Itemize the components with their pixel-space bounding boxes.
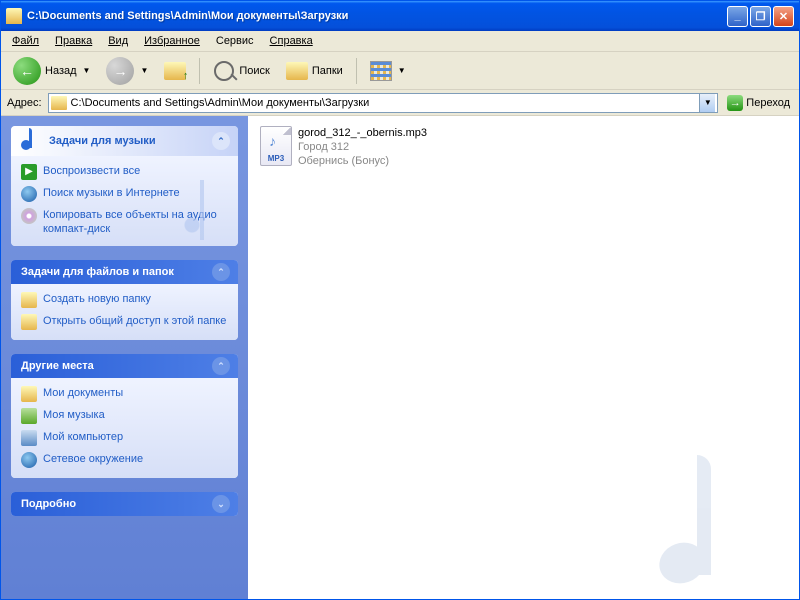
separator xyxy=(199,58,200,84)
chevron-down-icon: ▼ xyxy=(140,66,148,75)
task-play-all[interactable]: ▶ Воспроизвести все xyxy=(21,164,228,180)
task-label: Создать новую папку xyxy=(43,292,151,306)
search-label: Поиск xyxy=(239,65,269,77)
file-track: Обернись (Бонус) xyxy=(298,154,427,168)
folder-icon xyxy=(6,8,22,24)
up-button[interactable] xyxy=(158,59,192,83)
cd-icon xyxy=(21,208,37,224)
folders-icon xyxy=(286,62,308,80)
menu-edit[interactable]: Правка xyxy=(48,33,99,49)
chevron-down-icon: ▼ xyxy=(83,66,91,75)
task-copy-to-cd[interactable]: Копировать все объекты на аудио компакт-… xyxy=(21,208,228,236)
views-button[interactable]: ▼ xyxy=(364,58,412,84)
addressbar: Адрес: ▼ → Переход xyxy=(1,90,799,116)
link-my-computer[interactable]: Мой компьютер xyxy=(21,430,228,446)
window-title: C:\Documents and Settings\Admin\Мои доку… xyxy=(27,10,727,22)
music-watermark-icon xyxy=(649,439,779,589)
menubar: Файл Правка Вид Избранное Сервис Справка xyxy=(1,31,799,52)
menu-tools[interactable]: Сервис xyxy=(209,33,261,49)
maximize-button[interactable]: ❐ xyxy=(750,6,771,27)
link-label: Сетевое окружение xyxy=(43,452,143,466)
search-icon xyxy=(214,61,234,81)
file-tasks-header[interactable]: Задачи для файлов и папок ⌃ xyxy=(11,260,238,284)
address-input[interactable] xyxy=(71,97,696,109)
folder-icon xyxy=(51,96,67,110)
back-label: Назад xyxy=(45,65,77,77)
go-button[interactable]: → Переход xyxy=(722,93,795,113)
panel-title: Задачи для музыки xyxy=(49,135,156,147)
task-label: Воспроизвести все xyxy=(43,164,140,178)
forward-arrow-icon: → xyxy=(106,57,134,85)
link-my-music[interactable]: Моя музыка xyxy=(21,408,228,424)
toolbar: ← Назад ▼ → ▼ Поиск Папки ▼ xyxy=(1,52,799,90)
documents-icon xyxy=(21,386,37,402)
file-list-area[interactable]: ♪ MP3 gorod_312_-_obernis.mp3 Город 312 … xyxy=(248,116,799,599)
titlebar[interactable]: C:\Documents and Settings\Admin\Мои доку… xyxy=(1,1,799,31)
address-field[interactable]: ▼ xyxy=(48,93,719,113)
task-label: Открыть общий доступ к этой папке xyxy=(43,314,226,328)
address-dropdown[interactable]: ▼ xyxy=(699,94,715,112)
task-new-folder[interactable]: Создать новую папку xyxy=(21,292,228,308)
tasks-sidebar: Задачи для музыки ⌃ ▶ Воспроизвести все … xyxy=(1,116,248,599)
go-arrow-icon: → xyxy=(727,95,743,111)
task-shop-music[interactable]: Поиск музыки в Интернете xyxy=(21,186,228,202)
body-area: Задачи для музыки ⌃ ▶ Воспроизвести все … xyxy=(1,116,799,599)
music-note-icon xyxy=(21,126,43,150)
task-label: Поиск музыки в Интернете xyxy=(43,186,180,200)
menu-help[interactable]: Справка xyxy=(263,33,320,49)
play-icon: ▶ xyxy=(21,164,37,180)
link-label: Мой компьютер xyxy=(43,430,123,444)
new-folder-icon xyxy=(21,292,37,308)
globe-icon xyxy=(21,186,37,202)
file-name: gorod_312_-_obernis.mp3 xyxy=(298,126,427,140)
music-tasks-header[interactable]: Задачи для музыки ⌃ xyxy=(11,126,238,156)
mp3-file-icon: ♪ MP3 xyxy=(260,126,292,166)
close-button[interactable]: ✕ xyxy=(773,6,794,27)
folder-up-icon xyxy=(164,62,186,80)
forward-button[interactable]: → ▼ xyxy=(100,54,154,88)
share-folder-icon xyxy=(21,314,37,330)
task-share-folder[interactable]: Открыть общий доступ к этой папке xyxy=(21,314,228,330)
collapse-icon: ⌃ xyxy=(212,132,230,150)
search-button[interactable]: Поиск xyxy=(207,57,275,85)
menu-view[interactable]: Вид xyxy=(101,33,135,49)
link-label: Мои документы xyxy=(43,386,123,400)
network-icon xyxy=(21,452,37,468)
panel-title: Задачи для файлов и папок xyxy=(21,266,174,278)
file-item[interactable]: ♪ MP3 gorod_312_-_obernis.mp3 Город 312 … xyxy=(258,124,558,170)
other-places-header[interactable]: Другие места ⌃ xyxy=(11,354,238,378)
folders-label: Папки xyxy=(312,65,343,77)
menu-favorites[interactable]: Избранное xyxy=(137,33,207,49)
views-icon xyxy=(370,61,392,81)
expand-icon: ⌄ xyxy=(212,495,230,513)
separator xyxy=(356,58,357,84)
link-my-documents[interactable]: Мои документы xyxy=(21,386,228,402)
link-label: Моя музыка xyxy=(43,408,105,422)
task-label: Копировать все объекты на аудио компакт-… xyxy=(43,208,228,236)
other-places-panel: Другие места ⌃ Мои документы Моя музыка … xyxy=(11,354,238,478)
chevron-down-icon: ▼ xyxy=(398,66,406,75)
computer-icon xyxy=(21,430,37,446)
collapse-icon: ⌃ xyxy=(212,357,230,375)
collapse-icon: ⌃ xyxy=(212,263,230,281)
address-label: Адрес: xyxy=(5,97,44,109)
file-artist: Город 312 xyxy=(298,140,427,154)
explorer-window: C:\Documents and Settings\Admin\Мои доку… xyxy=(0,0,800,600)
menu-file[interactable]: Файл xyxy=(5,33,46,49)
link-network-places[interactable]: Сетевое окружение xyxy=(21,452,228,468)
panel-title: Другие места xyxy=(21,360,94,372)
file-tasks-panel: Задачи для файлов и папок ⌃ Создать нову… xyxy=(11,260,238,340)
back-arrow-icon: ← xyxy=(13,57,41,85)
back-button[interactable]: ← Назад ▼ xyxy=(7,54,96,88)
go-label: Переход xyxy=(746,97,790,109)
details-panel: Подробно ⌄ xyxy=(11,492,238,516)
folders-button[interactable]: Папки xyxy=(280,59,349,83)
music-tasks-panel: Задачи для музыки ⌃ ▶ Воспроизвести все … xyxy=(11,126,238,246)
music-folder-icon xyxy=(21,408,37,424)
minimize-button[interactable]: _ xyxy=(727,6,748,27)
details-header[interactable]: Подробно ⌄ xyxy=(11,492,238,516)
panel-title: Подробно xyxy=(21,498,76,510)
